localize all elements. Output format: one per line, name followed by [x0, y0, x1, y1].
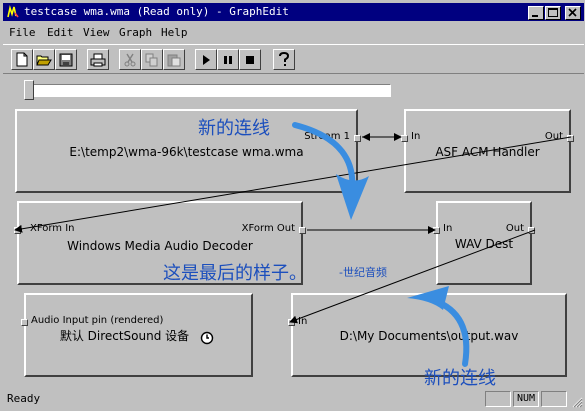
cut-button[interactable] — [119, 49, 141, 70]
output-pin[interactable] — [299, 227, 306, 234]
minimize-icon — [532, 15, 538, 17]
menu-help[interactable]: Help — [161, 26, 188, 39]
input-pin[interactable] — [288, 319, 295, 326]
filter-source-file[interactable]: E:\temp2\wma-96k\testcase wma.wma Stream… — [15, 109, 361, 193]
output-pin[interactable] — [528, 227, 535, 234]
new-icon — [16, 52, 28, 67]
pin-label: In — [411, 131, 421, 142]
filter-wav-dest[interactable]: WAV Dest In Out — [433, 201, 535, 285]
paste-icon — [167, 54, 181, 66]
open-button[interactable] — [33, 49, 55, 70]
status-pane-empty — [485, 391, 511, 407]
copy-button[interactable] — [141, 49, 163, 70]
pin-label: XForm In — [30, 223, 75, 234]
maximize-button[interactable] — [545, 6, 561, 20]
save-icon — [59, 53, 73, 66]
play-icon — [203, 54, 210, 65]
menu-graph[interactable]: Graph — [119, 26, 152, 39]
status-pane-empty — [541, 391, 567, 407]
pin-label: Audio Input pin (rendered) — [31, 315, 164, 326]
minimize-button[interactable] — [528, 6, 544, 20]
pin-label: XForm Out — [241, 223, 295, 234]
maximize-icon — [548, 8, 558, 17]
menu-bar: File Edit View Graph Help — [3, 23, 584, 42]
open-icon — [36, 55, 52, 65]
pin-label: Stream 1 — [304, 131, 350, 142]
print-icon — [90, 53, 106, 66]
save-button[interactable] — [55, 49, 77, 70]
annotation-new-connection-bottom: 新的连线 — [424, 368, 496, 387]
paste-button[interactable] — [163, 49, 185, 70]
input-pin[interactable] — [433, 227, 440, 234]
output-pin[interactable] — [567, 135, 574, 142]
new-button[interactable] — [11, 49, 33, 70]
pin-label: In — [298, 316, 308, 327]
pin-label: Out — [544, 131, 563, 142]
filter-name: E:\temp2\wma-96k\testcase wma.wma — [69, 145, 304, 159]
clock-icon — [200, 331, 214, 345]
annotation-final-look: 这是最后的样子。 — [163, 263, 307, 284]
close-button[interactable] — [565, 6, 581, 20]
menu-edit[interactable]: Edit — [47, 26, 74, 39]
pin-label: Out — [505, 223, 524, 234]
seek-track[interactable] — [25, 84, 391, 97]
filter-asf-acm-handler[interactable]: ASF ACM Handler In Out — [401, 109, 574, 193]
input-pin[interactable] — [14, 227, 21, 234]
filter-name: Windows Media Audio Decoder — [67, 239, 253, 253]
status-bar: Ready NUM — [3, 389, 584, 409]
help-button[interactable] — [273, 49, 295, 70]
menu-file[interactable]: File — [9, 26, 36, 39]
play-button[interactable] — [195, 49, 217, 70]
filter-name: WAV Dest — [454, 237, 514, 251]
resize-grip-icon[interactable] — [571, 396, 583, 408]
menu-view[interactable]: View — [83, 26, 110, 39]
toolbar — [3, 44, 584, 74]
status-num-indicator: NUM — [513, 391, 539, 407]
print-button[interactable] — [87, 49, 109, 70]
copy-icon — [145, 53, 158, 66]
cut-icon — [124, 53, 136, 66]
graphedit-window: testcase wma.wma (Read only) - GraphEdit… — [0, 0, 585, 411]
pause-icon — [224, 55, 232, 64]
pin-label: In — [443, 223, 453, 234]
annotation-new-connection-top: 新的连线 — [198, 118, 270, 139]
stop-icon — [246, 55, 254, 64]
title-bar[interactable]: testcase wma.wma (Read only) - GraphEdit — [3, 3, 584, 21]
close-icon — [568, 8, 577, 17]
filter-name: D:\My Documents\output.wav — [339, 329, 519, 343]
stop-button[interactable] — [239, 49, 261, 70]
annotation-signature: -世纪音频 — [339, 266, 387, 279]
input-pin[interactable] — [401, 135, 408, 142]
pause-button[interactable] — [217, 49, 239, 70]
filter-name: ASF ACM Handler — [435, 145, 540, 159]
filter-graph-canvas[interactable]: E:\temp2\wma-96k\testcase wma.wma Stream… — [3, 102, 584, 387]
filter-directsound-device[interactable]: Audio Input pin (rendered) 默认 DirectSoun… — [21, 293, 253, 377]
output-pin[interactable] — [354, 135, 361, 142]
status-text: Ready — [7, 392, 41, 405]
window-title: testcase wma.wma (Read only) - GraphEdit — [24, 5, 289, 18]
help-icon — [279, 51, 290, 66]
graphedit-app-icon[interactable] — [6, 5, 20, 19]
seek-thumb[interactable] — [24, 80, 34, 100]
seek-bar[interactable] — [3, 76, 584, 102]
input-pin[interactable] — [21, 319, 28, 326]
